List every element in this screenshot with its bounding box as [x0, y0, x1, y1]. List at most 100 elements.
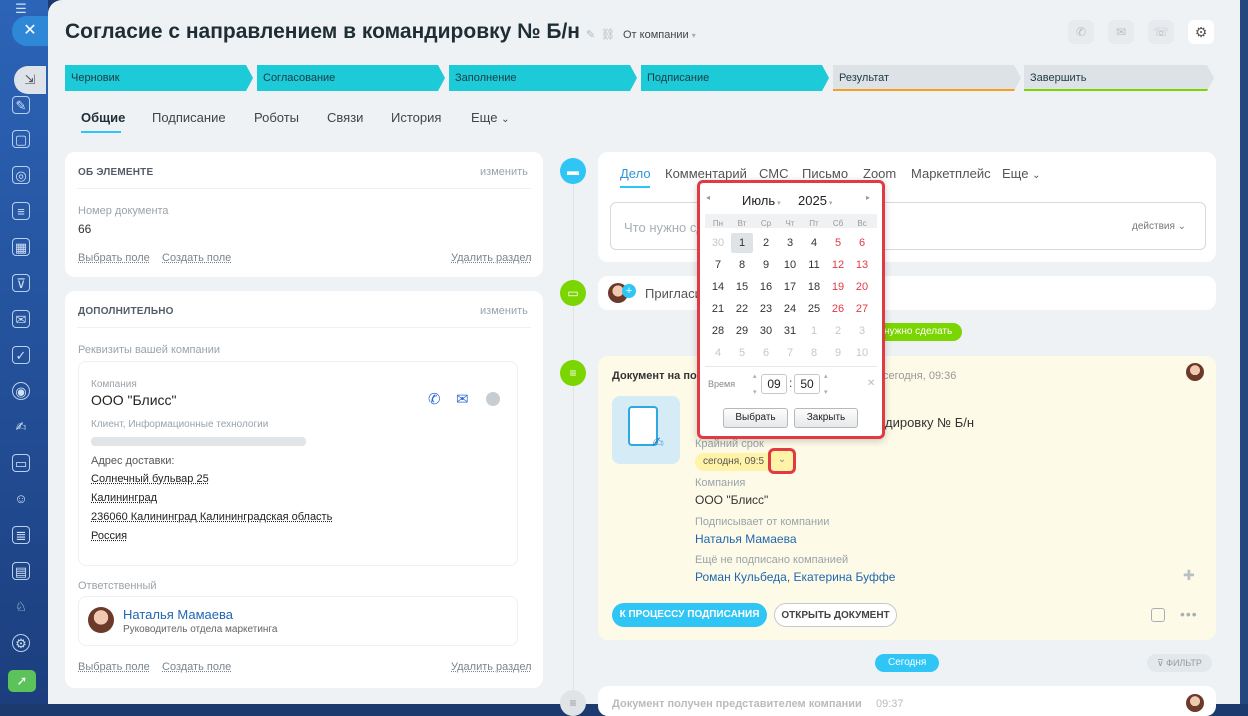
calendar-day[interactable]: 7: [707, 255, 729, 275]
calendar-day[interactable]: 14: [707, 277, 729, 297]
storage-icon[interactable]: ▤: [12, 562, 30, 580]
avatar[interactable]: [88, 607, 114, 633]
create-field-link[interactable]: Создать поле: [162, 252, 231, 264]
checkbox-icon[interactable]: ✓: [12, 346, 30, 364]
robot-icon[interactable]: ♘: [12, 598, 30, 616]
signer-value[interactable]: Наталья Мамаева: [695, 532, 797, 546]
message-icon[interactable]: [486, 392, 500, 406]
calendar-day[interactable]: 30: [755, 321, 777, 341]
address-line-3[interactable]: 236060 Калининград Калининградская облас…: [91, 511, 332, 523]
calendar-day[interactable]: 2: [827, 321, 849, 341]
stage-5[interactable]: Результат: [833, 65, 1021, 91]
calendar-day[interactable]: 3: [779, 233, 801, 253]
mail-icon[interactable]: ✉: [456, 390, 469, 408]
phone-icon[interactable]: ✆: [428, 390, 441, 408]
minute-up-icon[interactable]: ▴: [824, 372, 828, 380]
tab-links[interactable]: Связи: [327, 110, 363, 125]
edit-pencil-icon[interactable]: ✎: [586, 28, 595, 41]
from-company-select[interactable]: От компании ▾: [623, 29, 696, 41]
close-picker-button[interactable]: Закрыть: [794, 408, 858, 428]
delete-section-link[interactable]: Удалить раздел: [451, 661, 532, 673]
tasks-icon[interactable]: ✎: [12, 96, 30, 114]
calendar-day[interactable]: 30: [707, 233, 729, 253]
activity-tab-deal[interactable]: Дело: [620, 166, 651, 181]
calendar-day[interactable]: 8: [731, 255, 753, 275]
calendar-day[interactable]: 5: [731, 343, 753, 363]
crm-icon[interactable]: ◎: [12, 166, 30, 184]
stage-1[interactable]: Черновик: [65, 65, 253, 91]
doc-number-value[interactable]: 66: [78, 222, 91, 236]
filter-icon[interactable]: ⊽: [12, 274, 30, 292]
activity-tab-email[interactable]: Письмо: [802, 166, 848, 181]
choose-field-link[interactable]: Выбрать поле: [78, 661, 150, 673]
address-line-1[interactable]: Солнечный бульвар 25: [91, 473, 209, 485]
calendar-day[interactable]: 9: [755, 255, 777, 275]
mail-icon[interactable]: ✉: [12, 310, 30, 328]
select-date-button[interactable]: Выбрать: [723, 408, 788, 428]
about-edit-link[interactable]: изменить: [480, 166, 528, 178]
minutes-input[interactable]: 50: [794, 374, 820, 394]
filter-button[interactable]: ⊽ ФИЛЬТР: [1147, 654, 1212, 672]
calendar-day[interactable]: 2: [755, 233, 777, 253]
invite-text[interactable]: Пригласи: [645, 286, 702, 301]
tab-general[interactable]: Общие: [81, 110, 125, 125]
calendar-day[interactable]: 19: [827, 277, 849, 297]
month-select[interactable]: Июль ▾: [742, 193, 781, 208]
calendar-day[interactable]: 5: [827, 233, 849, 253]
calendar-day[interactable]: 10: [851, 343, 873, 363]
hour-down-icon[interactable]: ▾: [753, 388, 757, 396]
more-icon[interactable]: •••: [1180, 606, 1198, 622]
calendar-day[interactable]: 3: [851, 321, 873, 341]
gear-icon[interactable]: ⚙: [1188, 20, 1214, 44]
tab-more[interactable]: Еще ⌄: [471, 110, 509, 125]
tab-signing[interactable]: Подписание: [152, 110, 226, 125]
target-icon[interactable]: ◉: [12, 382, 30, 400]
card-icon[interactable]: ▭: [12, 454, 30, 472]
calendar-day[interactable]: 18: [803, 277, 825, 297]
tab-history[interactable]: История: [391, 110, 441, 125]
calendar-day[interactable]: 23: [755, 299, 777, 319]
choose-field-link[interactable]: Выбрать поле: [78, 252, 150, 264]
doc-name[interactable]: дировку № Б/н: [885, 415, 974, 430]
calendar-day[interactable]: 27: [851, 299, 873, 319]
calendar-day[interactable]: 22: [731, 299, 753, 319]
calendar-day[interactable]: 16: [755, 277, 777, 297]
calendar-day[interactable]: 6: [851, 233, 873, 253]
plus-icon[interactable]: +: [622, 284, 636, 298]
year-select[interactable]: 2025 ▾: [798, 193, 832, 208]
people-icon[interactable]: ☺: [12, 490, 30, 508]
link-icon[interactable]: ⛓: [601, 28, 615, 41]
calendar-day[interactable]: 15: [731, 277, 753, 297]
responsible-name[interactable]: Наталья Мамаева: [123, 607, 233, 622]
calendar-day[interactable]: 4: [803, 233, 825, 253]
prev-month-icon[interactable]: ◂: [706, 193, 710, 202]
calendar-day[interactable]: 17: [779, 277, 801, 297]
avatar[interactable]: [1186, 363, 1204, 381]
calendar-day[interactable]: 1: [731, 233, 753, 253]
calendar-day[interactable]: 31: [779, 321, 801, 341]
hour-up-icon[interactable]: ▴: [753, 372, 757, 380]
open-document-button[interactable]: ОТКРЫТЬ ДОКУМЕНТ: [774, 603, 897, 627]
chat-icon[interactable]: ▢: [12, 130, 30, 148]
stage-4[interactable]: Подписание: [641, 65, 829, 91]
actions-dropdown[interactable]: действия ⌄: [1132, 221, 1186, 232]
activity-tab-sms[interactable]: СМС: [759, 166, 788, 181]
activity-tab-marketplace[interactable]: Маркетплейс: [911, 166, 991, 181]
activity-tab-more[interactable]: Еще ⌄: [1002, 166, 1040, 181]
not-signed-value[interactable]: Роман Кульбеда, Екатерина Буффе: [695, 570, 895, 584]
sign-icon[interactable]: ✍: [12, 418, 30, 436]
message-icon[interactable]: ☏: [1148, 20, 1174, 44]
settings-icon[interactable]: ⚙: [12, 634, 30, 652]
rocket-icon[interactable]: ➚: [8, 670, 36, 692]
to-signing-process-button[interactable]: К ПРОЦЕССУ ПОДПИСАНИЯ: [612, 603, 767, 627]
add-message-icon[interactable]: ✚: [1183, 567, 1195, 584]
calendar-day[interactable]: 1: [803, 321, 825, 341]
tab-robots[interactable]: Роботы: [254, 110, 299, 125]
activity-tab-comment[interactable]: Комментарий: [665, 166, 747, 181]
calendar-day[interactable]: 21: [707, 299, 729, 319]
hours-input[interactable]: 09: [761, 374, 787, 394]
stage-6[interactable]: Завершить: [1024, 65, 1214, 91]
calendar-day[interactable]: 20: [851, 277, 873, 297]
delete-section-link[interactable]: Удалить раздел: [451, 252, 532, 264]
doc-thumbnail[interactable]: ✍: [612, 396, 680, 464]
